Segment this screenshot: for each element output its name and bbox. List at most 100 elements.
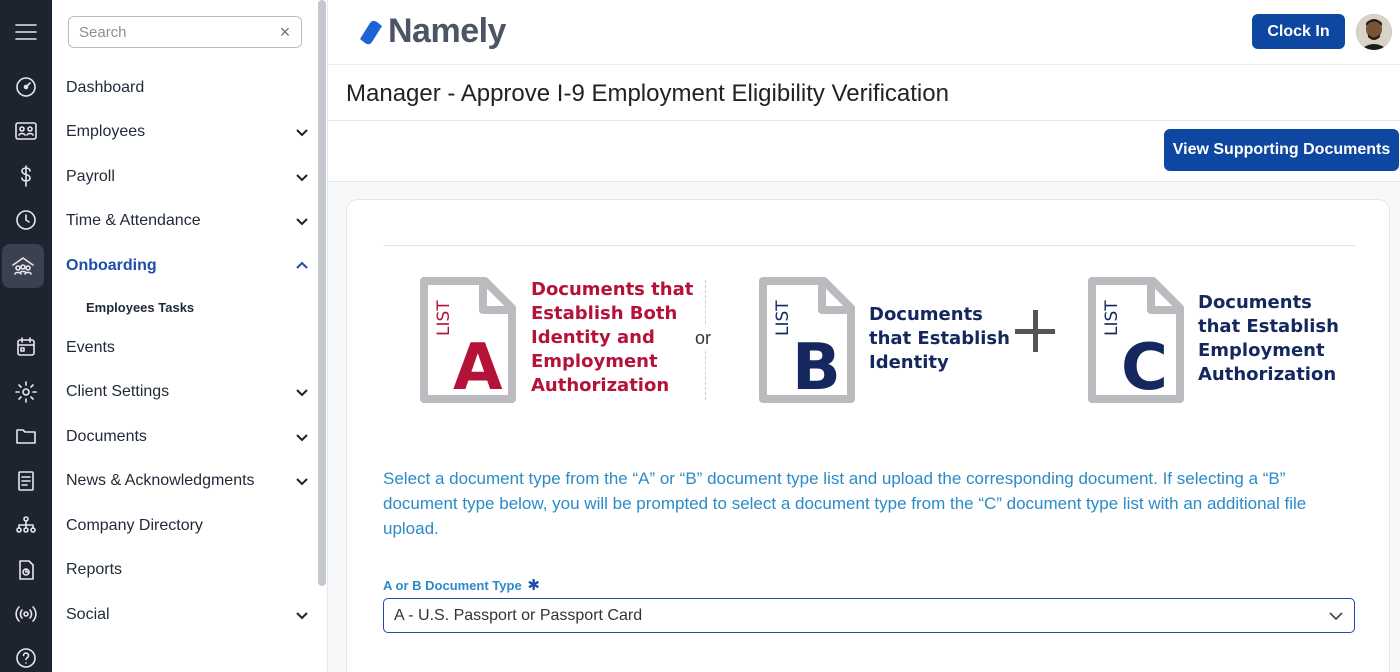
list-a-line: Establish Both xyxy=(531,303,678,324)
list-letter: B xyxy=(792,331,841,404)
calendar-icon[interactable] xyxy=(0,325,52,369)
chevron-down-icon xyxy=(294,607,310,623)
list-c-line: that Establish xyxy=(1198,316,1339,337)
sidebar-item-social[interactable]: Social xyxy=(66,597,310,633)
list-a-description: Documents that Establish Both Identity a… xyxy=(531,278,693,398)
view-supporting-documents-button[interactable]: View Supporting Documents xyxy=(1164,129,1399,171)
list-c-document-icon: LIST C xyxy=(1087,276,1185,409)
doc-type-selected-value: A - U.S. Passport or Passport Card xyxy=(394,607,643,624)
sidebar-item-label: Time & Attendance xyxy=(66,212,201,229)
required-asterisk-icon: ✱ xyxy=(527,577,540,594)
dashboard-icon[interactable] xyxy=(0,65,52,109)
list-c-line: Employment xyxy=(1198,340,1325,361)
sidebar-item-label: Client Settings xyxy=(66,383,170,400)
list-word: LIST xyxy=(1102,300,1122,336)
i9-form-card: LIST A Documents that Establish Both Ide… xyxy=(346,199,1390,672)
sidebar-item-events[interactable]: Events xyxy=(66,330,310,366)
chevron-down-icon xyxy=(1328,608,1344,624)
sidebar-item-label: Documents xyxy=(66,428,147,445)
avatar[interactable] xyxy=(1356,14,1392,50)
sidebar-item-label: Dashboard xyxy=(66,79,145,96)
list-a-document-icon: LIST A xyxy=(419,276,517,409)
doc-type-select[interactable]: A - U.S. Passport or Passport Card xyxy=(383,598,1355,633)
sidebar-item-label: Employees xyxy=(66,123,146,140)
list-b-line: Identity xyxy=(869,352,949,373)
or-label: or xyxy=(695,326,712,351)
sidebar-item-label: Company Directory xyxy=(66,517,203,534)
namely-logo[interactable]: Namely xyxy=(356,12,506,51)
sidebar-item-onboarding[interactable]: Onboarding xyxy=(66,248,310,284)
sidebar-item-label: Events xyxy=(66,339,115,356)
sidebar-item-label: Onboarding xyxy=(66,257,157,274)
gear-icon[interactable] xyxy=(0,370,52,414)
news-icon[interactable] xyxy=(0,459,52,503)
list-a-line: Employment xyxy=(531,351,658,372)
search-input[interactable] xyxy=(69,17,269,47)
chevron-down-icon xyxy=(294,124,310,140)
list-b-line: that Establish xyxy=(869,328,1010,349)
list-b-line: Documents xyxy=(869,304,983,325)
sidebar-item-label: Payroll xyxy=(66,168,115,185)
sidebar-item-label: News & Acknowledgments xyxy=(66,472,255,489)
sidebar-item-dashboard[interactable]: Dashboard xyxy=(66,70,310,106)
sidebar-item-company-directory[interactable]: Company Directory xyxy=(66,508,310,544)
list-word: LIST xyxy=(434,300,454,336)
list-b-description: Documents that Establish Identity xyxy=(869,303,1010,375)
chevron-down-icon xyxy=(294,213,310,229)
sidebar-scrollbar[interactable] xyxy=(318,0,326,586)
help-icon[interactable] xyxy=(0,636,52,672)
chevron-down-icon xyxy=(294,384,310,400)
clear-search-icon[interactable]: × xyxy=(275,22,295,42)
menu-icon[interactable] xyxy=(0,10,52,54)
doc-type-label: A or B Document Type ✱ xyxy=(383,576,540,594)
sidebar-item-documents[interactable]: Documents xyxy=(66,419,310,455)
sidebar-item-client-settings[interactable]: Client Settings xyxy=(66,374,310,410)
sidebar-item-label: Social xyxy=(66,606,110,623)
list-b-document-icon: LIST B xyxy=(758,276,856,409)
divider xyxy=(383,245,1355,246)
clock-in-button[interactable]: Clock In xyxy=(1252,14,1345,49)
doc-type-label-text: A or B Document Type xyxy=(383,578,522,593)
folder-icon[interactable] xyxy=(0,414,52,458)
chevron-down-icon xyxy=(294,473,310,489)
search-box: × xyxy=(68,16,302,48)
chevron-down-icon xyxy=(294,429,310,445)
org-chart-icon[interactable] xyxy=(0,503,52,547)
sidebar-item-reports[interactable]: Reports xyxy=(66,552,310,588)
sidebar-item-news-acknowledgments[interactable]: News & Acknowledgments xyxy=(66,463,310,499)
people-icon[interactable] xyxy=(0,109,52,153)
list-c-description: Documents that Establish Employment Auth… xyxy=(1198,291,1339,387)
sidebar-item-employees[interactable]: Employees xyxy=(66,114,310,150)
dollar-icon[interactable] xyxy=(0,154,52,198)
chevron-up-icon xyxy=(294,258,310,274)
instructions-text: Select a document type from the “A” or “… xyxy=(383,469,1307,538)
sidebar-item-payroll[interactable]: Payroll xyxy=(66,159,310,195)
icon-rail xyxy=(0,0,52,672)
brand-name: Namely xyxy=(388,12,506,50)
sidebar: × Dashboard Employees Payroll Time & Att… xyxy=(52,0,328,672)
list-a-line: Documents that xyxy=(531,279,694,300)
list-c-line: Authorization xyxy=(1198,364,1337,385)
report-icon[interactable] xyxy=(0,548,52,592)
sidebar-subitem-label: Employees Tasks xyxy=(86,299,195,315)
action-bar: View Supporting Documents xyxy=(328,121,1400,182)
list-letter: C xyxy=(1121,331,1168,404)
top-bar: Namely Clock In xyxy=(328,0,1400,64)
page-title-bar: Manager - Approve I-9 Employment Eligibi… xyxy=(328,64,1400,121)
user-avatar-icon xyxy=(1356,14,1392,50)
sidebar-subitem-employees-tasks[interactable]: Employees Tasks xyxy=(86,295,194,319)
chevron-down-icon xyxy=(294,169,310,185)
plus-icon xyxy=(1015,310,1059,354)
clock-icon[interactable] xyxy=(0,198,52,242)
page-title: Manager - Approve I-9 Employment Eligibi… xyxy=(346,80,949,107)
list-letter: A xyxy=(453,331,503,404)
sidebar-item-time-attendance[interactable]: Time & Attendance xyxy=(66,203,310,239)
broadcast-icon[interactable] xyxy=(0,592,52,636)
sidebar-item-label: Reports xyxy=(66,561,123,578)
list-word: LIST xyxy=(773,300,793,336)
list-a-line: Identity and xyxy=(531,327,655,348)
list-a-line: Authorization xyxy=(531,375,670,396)
list-c-line: Documents xyxy=(1198,292,1312,313)
onboarding-icon[interactable] xyxy=(2,244,44,288)
namely-logo-mark-icon xyxy=(359,20,382,44)
